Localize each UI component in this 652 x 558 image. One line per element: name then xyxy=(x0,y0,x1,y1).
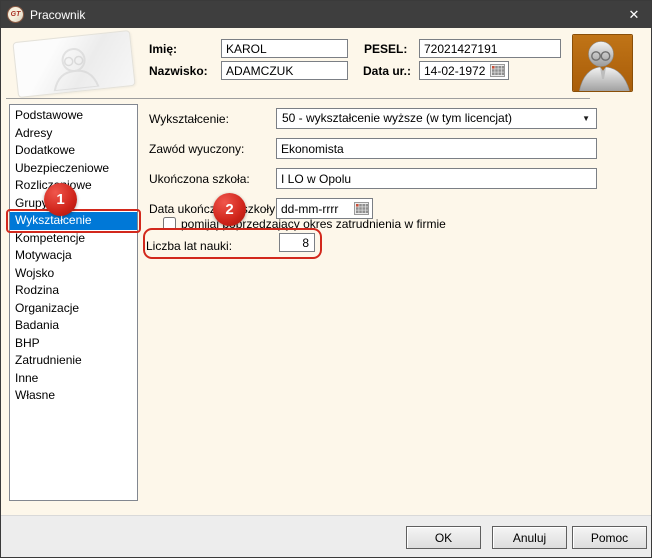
birth-date-field[interactable] xyxy=(419,61,509,80)
birth-date-label: Data ur.: xyxy=(363,64,412,78)
finished-school-input[interactable] xyxy=(276,168,597,189)
sidebar-item-zatrudnienie[interactable]: Zatrudnienie xyxy=(10,352,137,370)
sidebar-item-organizacje[interactable]: Organizacje xyxy=(10,300,137,318)
education-value: 50 - wykształcenie wyższe (w tym licencj… xyxy=(282,111,513,125)
annotation-step-2-badge: 2 xyxy=(213,193,246,226)
person-outline-icon xyxy=(53,48,100,92)
last-name-label: Nazwisko: xyxy=(149,64,208,78)
person-avatar-icon xyxy=(573,35,632,91)
first-name-input[interactable] xyxy=(221,39,348,58)
pesel-label: PESEL: xyxy=(364,42,408,56)
sidebar-item-ubezpieczeniowe[interactable]: Ubezpieczeniowe xyxy=(10,160,137,178)
calendar-icon[interactable] xyxy=(490,64,505,77)
sidebar-item-podstawowe[interactable]: Podstawowe xyxy=(10,107,137,125)
window-title: Pracownik xyxy=(30,8,86,22)
annotation-highlight-sidebar xyxy=(6,209,141,233)
cancel-button[interactable]: Anuluj xyxy=(492,526,567,549)
sidebar-item-wlasne[interactable]: Własne xyxy=(10,387,137,405)
pesel-input[interactable] xyxy=(419,39,561,58)
app-logo-text: GT xyxy=(10,11,21,18)
sidebar-item-badania[interactable]: Badania xyxy=(10,317,137,335)
last-name-input[interactable] xyxy=(221,61,348,80)
help-button[interactable]: Pomoc xyxy=(572,526,647,549)
sidebar-item-dodatkowe[interactable]: Dodatkowe xyxy=(10,142,137,160)
sidebar-item-rodzina[interactable]: Rodzina xyxy=(10,282,137,300)
graduation-date-field[interactable] xyxy=(276,198,373,219)
employee-dialog: GT Pracownik ✕ Imię: Nazwisko: PESEL: Da… xyxy=(0,0,652,558)
id-card-watermark xyxy=(12,29,136,99)
category-listbox[interactable]: Podstawowe Adresy Dodatkowe Ubezpieczeni… xyxy=(9,104,138,501)
graduation-date-input[interactable] xyxy=(281,201,354,216)
finished-school-label: Ukończona szkoła: xyxy=(149,172,250,186)
sidebar-item-motywacja[interactable]: Motywacja xyxy=(10,247,137,265)
sidebar-item-inne[interactable]: Inne xyxy=(10,370,137,388)
header-divider xyxy=(6,98,590,99)
first-name-label: Imię: xyxy=(149,42,178,56)
employee-photo xyxy=(572,34,633,92)
chevron-down-icon: ▼ xyxy=(582,114,590,123)
education-label: Wykształcenie: xyxy=(149,112,229,126)
annotation-step-1-badge: 1 xyxy=(44,183,77,216)
learned-profession-input[interactable] xyxy=(276,138,597,159)
ok-button[interactable]: OK xyxy=(406,526,481,549)
learned-profession-label: Zawód wyuczony: xyxy=(149,142,245,156)
sidebar-item-wojsko[interactable]: Wojsko xyxy=(10,265,137,283)
annotation-highlight-years xyxy=(143,228,322,259)
education-combobox[interactable]: 50 - wykształcenie wyższe (w tym licencj… xyxy=(276,108,597,129)
calendar-icon[interactable] xyxy=(354,202,369,215)
sidebar-item-adresy[interactable]: Adresy xyxy=(10,125,137,143)
title-bar[interactable]: GT Pracownik ✕ xyxy=(1,1,651,28)
sidebar-item-bhp[interactable]: BHP xyxy=(10,335,137,353)
app-logo-icon: GT xyxy=(7,6,24,23)
birth-date-input[interactable] xyxy=(424,63,490,78)
close-icon[interactable]: ✕ xyxy=(623,4,645,25)
